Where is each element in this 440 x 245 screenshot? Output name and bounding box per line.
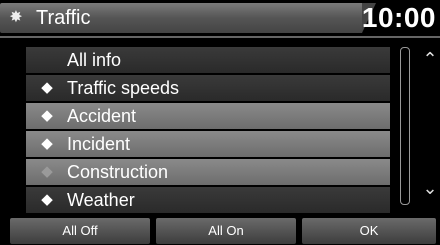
list-item-accident[interactable]: ◆ Accident <box>26 103 390 129</box>
header-bar: ✸ Traffic 10:00 <box>0 0 440 40</box>
list-item-incident[interactable]: ◆ Incident <box>26 131 390 157</box>
header-divider <box>0 36 440 38</box>
title-bar: ✸ Traffic <box>0 3 376 33</box>
list-item-label: Construction <box>67 162 169 182</box>
diamond-icon: ◆ <box>41 191 53 208</box>
ok-button[interactable]: OK <box>302 218 436 244</box>
diamond-icon: ◆ <box>41 163 53 180</box>
list-item-all-info[interactable]: All info <box>26 47 390 73</box>
list-item-construction[interactable]: ◆ Construction <box>26 159 390 185</box>
list-item-label: Traffic speeds <box>67 78 180 98</box>
list-item-label: Incident <box>67 134 131 154</box>
clock: 10:00 <box>361 2 436 33</box>
button-bar: All Off All On OK <box>0 218 440 245</box>
page-title: Traffic <box>36 7 91 29</box>
diamond-icon: ◆ <box>41 79 53 96</box>
scrollbar[interactable] <box>400 47 410 205</box>
all-on-button[interactable]: All On <box>156 218 296 244</box>
list-item-label: Accident <box>67 106 137 126</box>
gear-icon: ✸ <box>9 9 23 26</box>
all-off-button[interactable]: All Off <box>10 218 150 244</box>
scroll-up-icon[interactable]: ⌃ <box>420 49 440 70</box>
traffic-options-list: All info ◆ Traffic speeds ◆ Accident ◆ I… <box>26 47 390 215</box>
list-item-weather[interactable]: ◆ Weather <box>26 187 390 213</box>
list-item-label: Weather <box>67 190 135 210</box>
diamond-icon: ◆ <box>41 135 53 152</box>
diamond-icon: ◆ <box>41 107 53 124</box>
list-item-label: All info <box>67 50 122 70</box>
scroll-down-icon[interactable]: ⌄ <box>420 178 440 199</box>
list-item-traffic-speeds[interactable]: ◆ Traffic speeds <box>26 75 390 101</box>
